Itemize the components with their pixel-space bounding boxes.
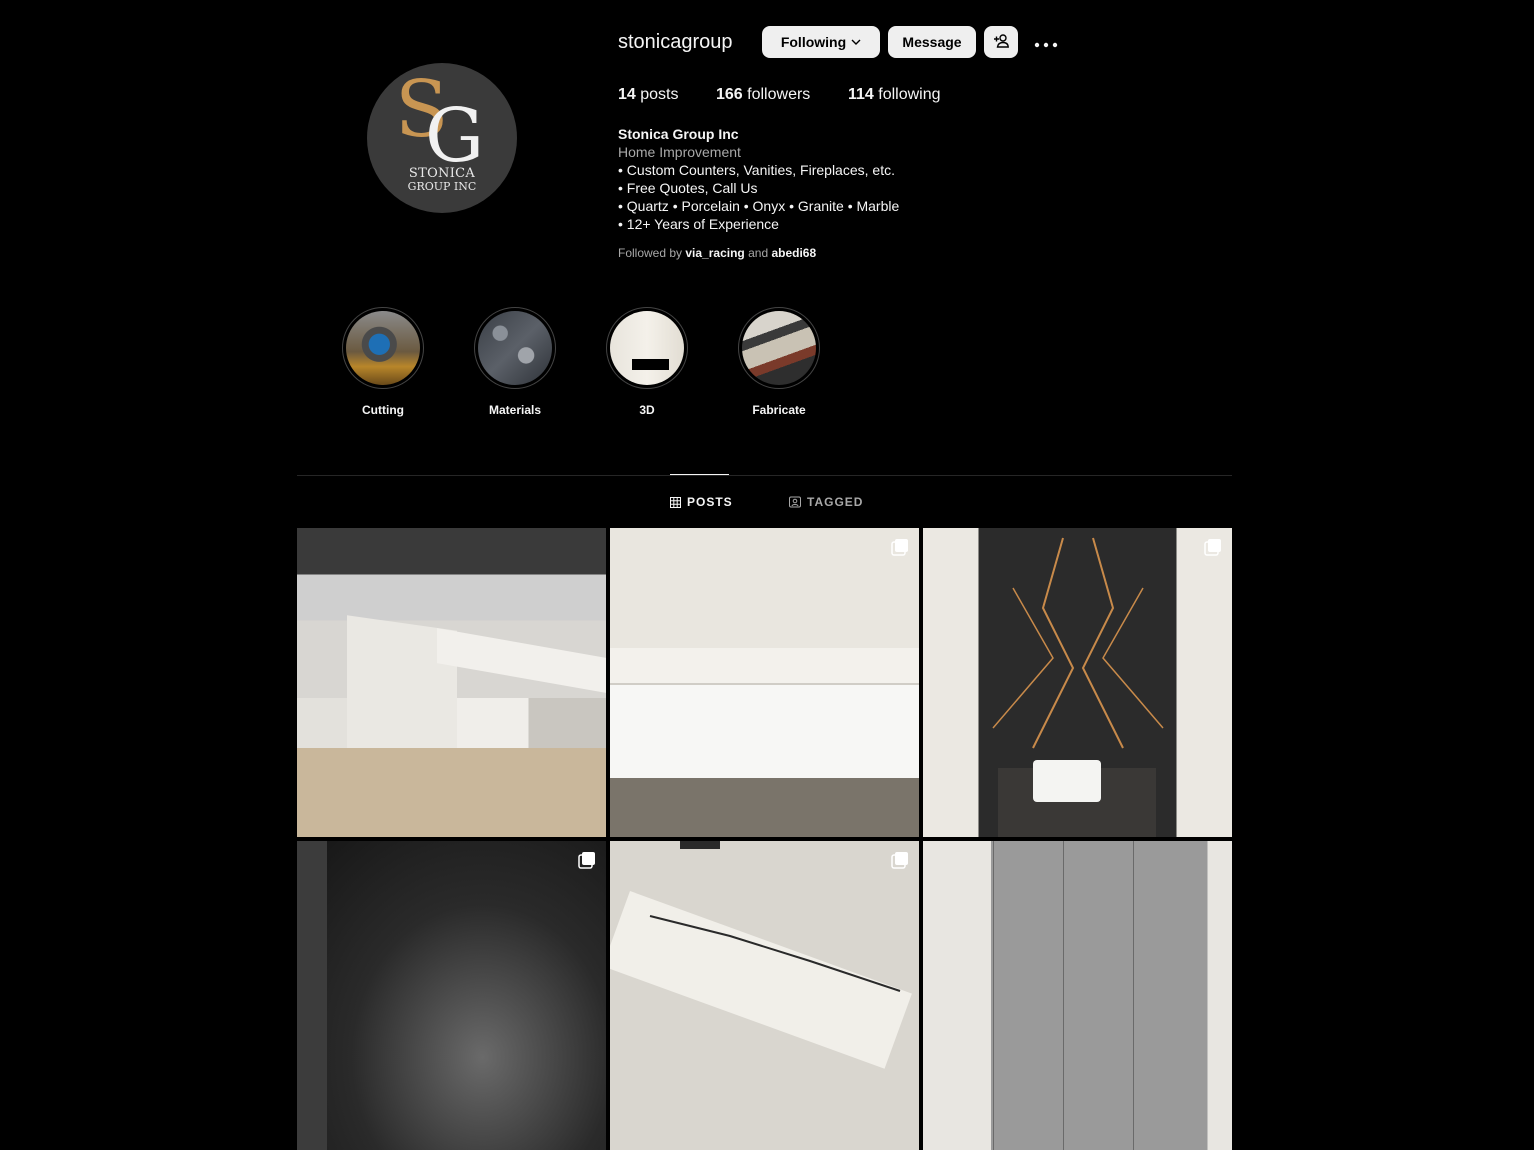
grid-icon	[670, 496, 681, 508]
logo-text-line1: STONICA	[408, 166, 476, 181]
bio-line: • 12+ Years of Experience	[618, 216, 779, 232]
tagged-icon	[789, 496, 801, 508]
highlight-thumbnail	[478, 311, 552, 385]
following-button[interactable]: Following	[762, 26, 880, 58]
post-frame	[680, 841, 720, 849]
following-label: Following	[780, 34, 847, 50]
profile-username: stonicagroup	[618, 31, 733, 53]
suggest-users-button[interactable]	[984, 26, 1018, 58]
highlight-thumbnail	[346, 311, 420, 385]
post-gold-vein-vanity[interactable]	[923, 528, 1232, 837]
multi-image-icon	[578, 852, 595, 869]
profile-bio: Stonica Group Inc Home Improvement • Cus…	[618, 125, 899, 233]
multi-image-icon	[1204, 539, 1221, 556]
post-cabinet-line	[1133, 841, 1134, 1150]
post-cabinets	[610, 683, 919, 780]
highlight-label: Cutting	[362, 403, 404, 417]
bio-line: • Quartz • Porcelain • Onyx • Granite • …	[618, 198, 900, 214]
highlight-3d[interactable]: 3D	[602, 307, 692, 417]
chevron-down-icon	[851, 34, 861, 50]
highlight-thumbnail	[742, 311, 816, 385]
post-cabinet-line	[1063, 841, 1064, 1150]
followed-by-user[interactable]: abedi68	[771, 246, 816, 260]
logo-text-line2: GROUP INC	[407, 180, 477, 193]
followed-by-user[interactable]: via_racing	[685, 246, 744, 260]
stat-following[interactable]: 114 following	[848, 86, 941, 104]
tab-tagged[interactable]: TAGGED	[789, 495, 863, 509]
tabs-divider	[297, 475, 1232, 476]
highlight-label: Fabricate	[752, 403, 806, 417]
post-veins	[649, 915, 901, 992]
bio-line: • Free Quotes, Call Us	[618, 180, 758, 196]
post-grey-cabinets[interactable]	[923, 841, 1232, 1150]
post-countertop	[610, 648, 919, 688]
message-label: Message	[902, 34, 962, 50]
highlight-cutting[interactable]: Cutting	[338, 307, 428, 417]
profile-avatar[interactable]: S G STONICA GROUP INC	[367, 63, 517, 213]
post-kitchen-island[interactable]	[297, 528, 606, 837]
highlight-label: 3D	[639, 403, 655, 417]
message-button[interactable]: Message	[888, 26, 976, 58]
add-user-icon	[993, 33, 1009, 52]
highlight-label: Materials	[488, 403, 542, 417]
more-options-icon[interactable]	[1034, 31, 1058, 51]
post-white-countertop[interactable]	[610, 841, 919, 1150]
post-sink	[1033, 760, 1101, 802]
tab-posts[interactable]: POSTS	[670, 495, 733, 509]
post-floor	[297, 748, 606, 837]
multi-image-icon	[891, 539, 908, 556]
bio-name: Stonica Group Inc	[618, 126, 739, 142]
multi-image-icon	[891, 852, 908, 869]
post-floor	[610, 778, 919, 837]
highlight-thumbnail	[610, 311, 684, 385]
post-cabinet-line	[993, 841, 994, 1150]
post-white-vanity[interactable]	[610, 528, 919, 837]
followed-by[interactable]: Followed by via_racing and abedi68	[618, 246, 816, 260]
bio-category: Home Improvement	[618, 144, 741, 160]
stat-followers[interactable]: 166 followers	[716, 86, 810, 104]
post-wall-edge	[297, 841, 327, 1150]
stat-posts: 14 posts	[618, 86, 679, 103]
tab-posts-label: POSTS	[687, 495, 733, 509]
bio-line: • Custom Counters, Vanities, Fireplaces,…	[618, 162, 895, 178]
highlight-materials[interactable]: Materials	[470, 307, 560, 417]
active-tab-indicator	[670, 474, 729, 475]
post-counter	[437, 628, 606, 693]
highlight-fabricate[interactable]: Fabricate	[734, 307, 824, 417]
post-dark-marble-wall[interactable]	[297, 841, 606, 1150]
tab-tagged-label: TAGGED	[807, 495, 864, 509]
